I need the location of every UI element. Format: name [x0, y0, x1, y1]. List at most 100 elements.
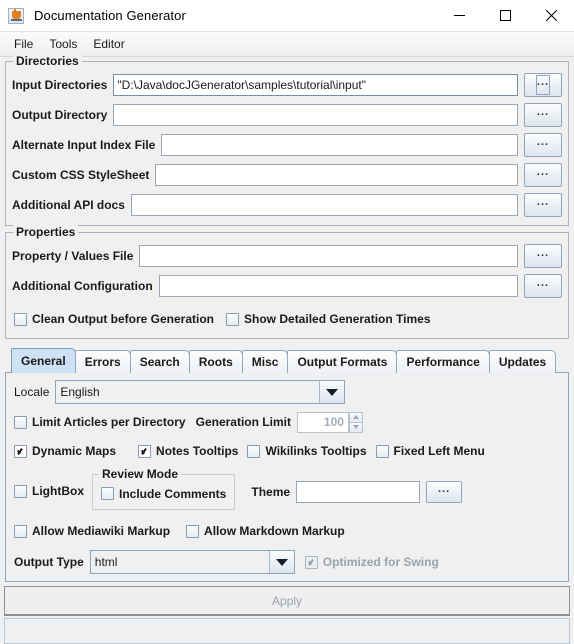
alternate-index-row: Alternate Input Index File ...	[12, 132, 562, 158]
checkbox-box-icon	[375, 444, 389, 458]
checkbox-box-icon	[14, 484, 27, 498]
properties-checkbox-row: Clean Output before Generation Show Deta…	[12, 307, 562, 331]
tab-panel-general: Locale English Limit Articles per Direct…	[5, 372, 569, 582]
lightbox-label: LightBox	[32, 484, 84, 498]
additional-configuration-input[interactable]	[158, 275, 518, 297]
status-bar	[4, 618, 570, 644]
additional-configuration-browse-button[interactable]: ...	[524, 274, 562, 298]
alternate-index-browse-button[interactable]: ...	[524, 133, 562, 157]
allow-markdown-markup-label: Allow Markdown Markup	[204, 524, 345, 538]
spinner-buttons[interactable]	[348, 411, 363, 433]
review-mode-group: Review Mode Include Comments	[92, 466, 236, 511]
property-values-file-row: Property / Values File ...	[12, 243, 562, 269]
tab-misc[interactable]: Misc	[241, 350, 289, 373]
tab-errors[interactable]: Errors	[74, 350, 131, 373]
maximize-button[interactable]	[482, 0, 528, 31]
tab-performance[interactable]: Performance	[396, 350, 490, 373]
alternate-index-input[interactable]	[161, 134, 518, 156]
theme-input[interactable]	[296, 481, 421, 503]
include-comments-checkbox[interactable]: Include Comments	[101, 487, 226, 501]
chevron-down-icon[interactable]	[319, 381, 345, 403]
theme-browse-button[interactable]: ...	[426, 481, 463, 503]
include-comments-label: Include Comments	[119, 486, 227, 501]
main-content: Directories Input Directories "D:\Java\d…	[0, 54, 574, 582]
checkbox-box-icon	[14, 444, 27, 458]
directories-group: Directories Input Directories "D:\Java\d…	[5, 54, 569, 226]
tab-strip: General Errors Search Roots Misc Output …	[5, 347, 569, 373]
output-type-combobox[interactable]: html	[89, 550, 295, 574]
lightbox-checkbox[interactable]: LightBox	[14, 484, 84, 498]
wikilinks-tooltips-checkbox[interactable]: Wikilinks Tooltips	[247, 444, 367, 458]
fixed-left-menu-label: Fixed Left Menu	[393, 444, 485, 458]
chevron-down-icon[interactable]	[268, 551, 294, 573]
close-icon	[545, 10, 557, 21]
allow-markdown-markup-checkbox[interactable]: Allow Markdown Markup	[186, 524, 345, 538]
output-type-row: Output Type html Optimized for Swing	[14, 550, 560, 574]
show-detailed-times-label: Show Detailed Generation Times	[244, 312, 431, 326]
generation-limit-spinner[interactable]: 100	[296, 411, 363, 433]
checkbox-box-icon	[14, 524, 27, 538]
apply-button[interactable]: Apply	[4, 586, 570, 616]
output-directory-browse-button[interactable]: ...	[524, 103, 562, 127]
notes-tooltips-checkbox[interactable]: Notes Tooltips	[138, 444, 238, 458]
property-values-file-input[interactable]	[139, 245, 518, 267]
menu-editor[interactable]: Editor	[85, 34, 132, 54]
custom-css-row: Custom CSS StyleSheet ...	[12, 162, 562, 188]
additional-api-docs-input[interactable]	[130, 194, 518, 216]
output-type-label: Output Type	[14, 555, 84, 569]
properties-group-title: Properties	[13, 225, 79, 239]
title-bar: Documentation Generator	[0, 0, 574, 32]
input-directories-label: Input Directories	[12, 78, 108, 92]
tab-roots[interactable]: Roots	[188, 350, 243, 373]
limit-articles-checkbox[interactable]: Limit Articles per Directory	[14, 415, 186, 429]
property-values-file-browse-button[interactable]: ...	[524, 244, 562, 268]
menu-bar: File Tools Editor	[0, 32, 574, 57]
generation-limit-label: Generation Limit	[195, 415, 291, 429]
java-coffee-cup-icon	[8, 7, 24, 24]
dynamic-maps-checkbox[interactable]: Dynamic Maps	[14, 444, 116, 458]
markup-row: Allow Mediawiki Markup Allow Markdown Ma…	[14, 520, 560, 542]
minimize-button[interactable]	[436, 0, 482, 31]
input-directories-browse-button[interactable]: ...	[524, 73, 562, 97]
alternate-index-label: Alternate Input Index File	[12, 138, 156, 152]
checkbox-box-icon	[226, 312, 240, 326]
browse-dots-icon: ...	[536, 106, 550, 118]
clean-output-label: Clean Output before Generation	[32, 312, 215, 326]
locale-row: Locale English	[14, 380, 560, 404]
clean-output-checkbox[interactable]: Clean Output before Generation	[14, 312, 214, 326]
close-button[interactable]	[528, 0, 574, 31]
theme-label: Theme	[251, 485, 291, 499]
tab-output-formats[interactable]: Output Formats	[287, 350, 398, 373]
additional-configuration-label: Additional Configuration	[12, 279, 153, 293]
checkbox-box-icon	[101, 487, 114, 501]
wikilinks-tooltips-label: Wikilinks Tooltips	[265, 444, 367, 458]
input-directories-row: Input Directories "D:\Java\docJGenerator…	[12, 72, 562, 98]
locale-combobox[interactable]: English	[55, 380, 346, 404]
menu-file[interactable]: File	[6, 34, 41, 54]
allow-mediawiki-markup-checkbox[interactable]: Allow Mediawiki Markup	[14, 524, 170, 538]
checkbox-box-icon	[186, 524, 200, 538]
browse-dots-icon: ...	[536, 76, 550, 88]
output-directory-input[interactable]	[113, 104, 518, 126]
spinner-down-button[interactable]	[348, 422, 363, 433]
menu-tools[interactable]: Tools	[41, 34, 85, 54]
application-window: Documentation Generator File Tools Edito…	[0, 0, 574, 644]
generation-limit-value[interactable]: 100	[296, 411, 349, 433]
fixed-left-menu-checkbox[interactable]: Fixed Left Menu	[375, 444, 485, 458]
spinner-up-button[interactable]	[348, 411, 363, 423]
tabbed-pane: General Errors Search Roots Misc Output …	[5, 347, 569, 582]
tab-updates[interactable]: Updates	[488, 350, 557, 373]
maximize-icon	[499, 10, 511, 21]
allow-mediawiki-markup-label: Allow Mediawiki Markup	[32, 524, 171, 538]
tab-general[interactable]: General	[11, 348, 76, 373]
browse-dots-icon: ...	[536, 247, 550, 259]
optimized-for-swing-checkbox: Optimized for Swing	[304, 555, 439, 569]
additional-api-docs-label: Additional API docs	[12, 198, 125, 212]
output-directory-row: Output Directory ...	[12, 102, 562, 128]
custom-css-browse-button[interactable]: ...	[524, 163, 562, 187]
show-detailed-times-checkbox[interactable]: Show Detailed Generation Times	[226, 312, 431, 326]
additional-api-docs-browse-button[interactable]: ...	[524, 193, 562, 217]
tab-search[interactable]: Search	[129, 350, 190, 373]
input-directories-input[interactable]: "D:\Java\docJGenerator\samples\tutorial\…	[113, 74, 518, 96]
custom-css-input[interactable]	[155, 164, 518, 186]
